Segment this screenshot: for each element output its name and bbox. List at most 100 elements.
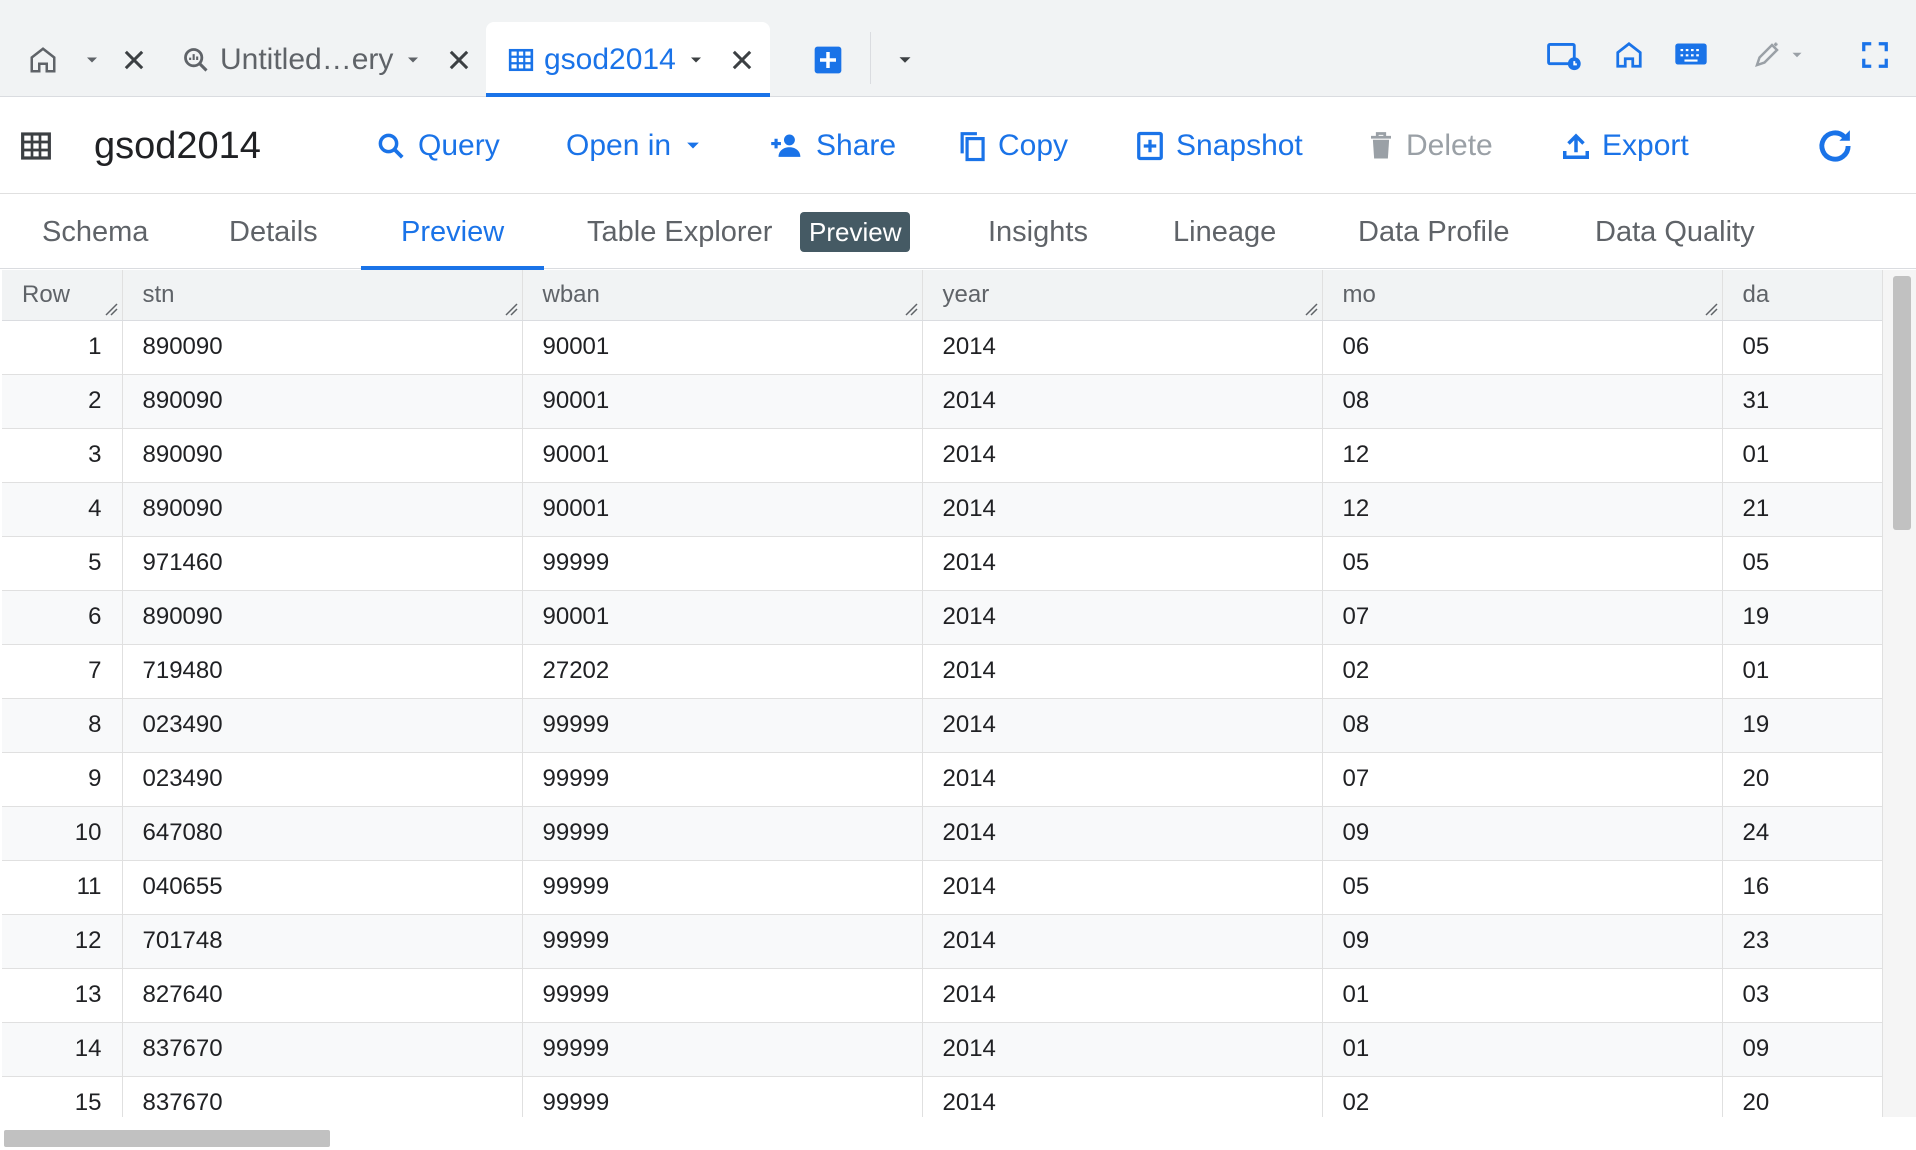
row-number-cell[interactable]: 11 <box>2 860 123 915</box>
horizontal-scrollbar[interactable] <box>0 1117 1916 1150</box>
snapshot-button[interactable]: Snapshot <box>1136 98 1303 194</box>
close-icon[interactable] <box>120 46 148 74</box>
table-cell-stn[interactable]: 890090 <box>122 428 523 483</box>
open-in-button[interactable]: Open in <box>566 98 703 194</box>
table-row[interactable]: 1 890090 90001 2014 06 05 <box>2 320 1882 375</box>
row-number-cell[interactable]: 2 <box>2 374 123 429</box>
table-row[interactable]: 10 647080 99999 2014 09 24 <box>2 806 1882 861</box>
tab-untitled-query[interactable]: Untitled…ery <box>182 22 473 97</box>
table-row[interactable]: 11 040655 99999 2014 05 16 <box>2 860 1882 915</box>
table-cell-wban[interactable]: 99999 <box>522 914 923 969</box>
table-row[interactable]: 3 890090 90001 2014 12 01 <box>2 428 1882 483</box>
table-cell-stn[interactable]: 890090 <box>122 374 523 429</box>
table-row[interactable]: 12 701748 99999 2014 09 23 <box>2 914 1882 969</box>
table-cell-wban[interactable]: 99999 <box>522 1022 923 1077</box>
row-number-cell[interactable]: 5 <box>2 536 123 591</box>
table-cell-mo[interactable]: 08 <box>1322 374 1723 429</box>
share-button[interactable]: Share <box>770 98 896 194</box>
table-cell-da[interactable]: 21 <box>1722 482 1882 537</box>
query-button[interactable]: Query <box>376 98 500 194</box>
table-cell-mo[interactable]: 09 <box>1322 914 1723 969</box>
table-cell-wban[interactable]: 99999 <box>522 536 923 591</box>
vertical-scrollbar[interactable] <box>1882 270 1916 1117</box>
column-header-da[interactable]: da <box>1722 270 1882 321</box>
table-cell-wban[interactable]: 90001 <box>522 428 923 483</box>
table-row[interactable]: 9 023490 99999 2014 07 20 <box>2 752 1882 807</box>
tab-insights[interactable]: Insights <box>988 195 1088 269</box>
table-cell-da[interactable]: 31 <box>1722 374 1882 429</box>
table-cell-stn[interactable]: 827640 <box>122 968 523 1023</box>
table-cell-stn[interactable]: 890090 <box>122 590 523 645</box>
table-cell-stn[interactable]: 837670 <box>122 1022 523 1077</box>
table-row[interactable]: 6 890090 90001 2014 07 19 <box>2 590 1882 645</box>
table-cell-da[interactable]: 16 <box>1722 860 1882 915</box>
resize-handle-icon[interactable] <box>1704 302 1718 316</box>
table-cell-mo[interactable]: 08 <box>1322 698 1723 753</box>
table-cell-mo[interactable]: 12 <box>1322 482 1723 537</box>
table-cell-year[interactable]: 2014 <box>922 914 1323 969</box>
table-row[interactable]: 8 023490 99999 2014 08 19 <box>2 698 1882 753</box>
home-icon[interactable] <box>1614 40 1644 70</box>
table-cell-year[interactable]: 2014 <box>922 320 1323 375</box>
close-icon[interactable] <box>728 46 756 74</box>
tab-overflow-menu[interactable] <box>894 22 916 97</box>
table-cell-stn[interactable]: 023490 <box>122 698 523 753</box>
table-cell-year[interactable]: 2014 <box>922 590 1323 645</box>
table-cell-wban[interactable]: 99999 <box>522 752 923 807</box>
table-cell-mo[interactable]: 01 <box>1322 1022 1723 1077</box>
fullscreen-icon[interactable] <box>1860 40 1890 70</box>
table-cell-year[interactable]: 2014 <box>922 1022 1323 1077</box>
table-cell-da[interactable]: 03 <box>1722 968 1882 1023</box>
table-row[interactable]: 5 971460 99999 2014 05 05 <box>2 536 1882 591</box>
vertical-scroll-thumb[interactable] <box>1893 276 1911 530</box>
table-cell-year[interactable]: 2014 <box>922 698 1323 753</box>
column-header-mo[interactable]: mo <box>1322 270 1723 321</box>
table-cell-wban[interactable]: 90001 <box>522 374 923 429</box>
table-cell-mo[interactable]: 06 <box>1322 320 1723 375</box>
table-cell-da[interactable]: 01 <box>1722 428 1882 483</box>
close-icon[interactable] <box>445 46 473 74</box>
table-cell-wban[interactable]: 99999 <box>522 806 923 861</box>
row-number-cell[interactable]: 12 <box>2 914 123 969</box>
column-header-year[interactable]: year <box>922 270 1323 321</box>
table-cell-da[interactable]: 19 <box>1722 590 1882 645</box>
column-header-stn[interactable]: stn <box>122 270 523 321</box>
table-cell-da[interactable]: 19 <box>1722 698 1882 753</box>
table-cell-mo[interactable]: 12 <box>1322 428 1723 483</box>
horizontal-scroll-thumb[interactable] <box>4 1130 330 1147</box>
chevron-down-icon[interactable] <box>686 50 706 70</box>
table-cell-wban[interactable]: 27202 <box>522 644 923 699</box>
table-cell-da[interactable]: 01 <box>1722 644 1882 699</box>
keyboard-icon[interactable] <box>1674 40 1708 68</box>
tab-data-quality[interactable]: Data Quality <box>1595 195 1755 269</box>
table-cell-da[interactable]: 05 <box>1722 536 1882 591</box>
table-cell-year[interactable]: 2014 <box>922 482 1323 537</box>
row-number-cell[interactable]: 7 <box>2 644 123 699</box>
table-row[interactable]: 4 890090 90001 2014 12 21 <box>2 482 1882 537</box>
resize-handle-icon[interactable] <box>904 302 918 316</box>
table-cell-mo[interactable]: 02 <box>1322 644 1723 699</box>
tab-details[interactable]: Details <box>229 195 318 269</box>
table-cell-year[interactable]: 2014 <box>922 1076 1323 1117</box>
table-cell-year[interactable]: 2014 <box>922 806 1323 861</box>
table-cell-mo[interactable]: 05 <box>1322 536 1723 591</box>
row-number-cell[interactable]: 9 <box>2 752 123 807</box>
table-cell-da[interactable]: 20 <box>1722 752 1882 807</box>
row-number-cell[interactable]: 13 <box>2 968 123 1023</box>
table-cell-da[interactable]: 09 <box>1722 1022 1882 1077</box>
chevron-down-icon[interactable] <box>82 50 102 70</box>
row-number-cell[interactable]: 6 <box>2 590 123 645</box>
table-cell-stn[interactable]: 837670 <box>122 1076 523 1117</box>
resize-handle-icon[interactable] <box>104 302 118 316</box>
table-cell-mo[interactable]: 01 <box>1322 968 1723 1023</box>
tab-data-profile[interactable]: Data Profile <box>1358 195 1510 269</box>
chevron-down-icon[interactable] <box>403 50 423 70</box>
table-cell-year[interactable]: 2014 <box>922 428 1323 483</box>
table-cell-mo[interactable]: 05 <box>1322 860 1723 915</box>
row-number-cell[interactable]: 4 <box>2 482 123 537</box>
table-cell-stn[interactable]: 890090 <box>122 320 523 375</box>
table-cell-year[interactable]: 2014 <box>922 536 1323 591</box>
row-number-cell[interactable]: 14 <box>2 1022 123 1077</box>
tab-gsod2014[interactable]: gsod2014 <box>486 22 770 97</box>
table-cell-stn[interactable]: 971460 <box>122 536 523 591</box>
